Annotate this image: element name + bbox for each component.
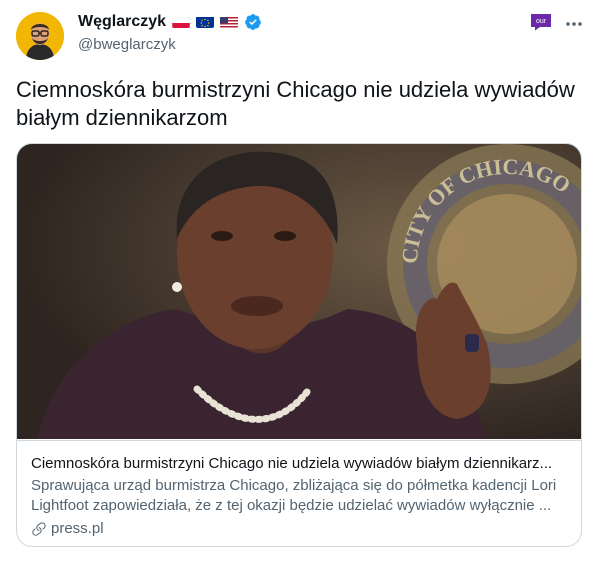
eu-flag-icon bbox=[196, 16, 215, 28]
card-title[interactable]: Ciemnoskóra burmistrzyni Chicago nie udz… bbox=[31, 454, 571, 474]
us-flag-icon bbox=[220, 16, 239, 28]
verified-badge-icon bbox=[244, 13, 262, 31]
avatar-image bbox=[16, 12, 64, 60]
card-description: Sprawująca urząd burmistrza Chicago, zbl… bbox=[31, 477, 557, 514]
link-icon bbox=[31, 521, 47, 537]
author-display-name[interactable]: Węglarczyk bbox=[78, 13, 166, 31]
extension-badge-label: our bbox=[536, 18, 547, 25]
avatar[interactable] bbox=[16, 12, 64, 60]
extension-badge[interactable]: our bbox=[530, 13, 552, 31]
card-domain-label[interactable]: press.pl bbox=[51, 520, 104, 537]
poland-flag-icon bbox=[172, 16, 191, 28]
tweet[interactable]: Węglarczyk @bweglarczyk our Ciemnoskóra … bbox=[0, 0, 600, 568]
author-name-row[interactable]: Węglarczyk bbox=[78, 13, 262, 31]
author-handle[interactable]: @bweglarczyk bbox=[78, 36, 176, 53]
more-options-icon[interactable] bbox=[564, 14, 584, 34]
link-preview-card[interactable]: CITY OF CHICAGO Ciemnoskóra burmistrzyni… bbox=[16, 143, 582, 547]
card-image[interactable]: CITY OF CHICAGO bbox=[17, 144, 581, 439]
tweet-text: Ciemnoskóra burmistrzyni Chicago nie udz… bbox=[16, 77, 575, 130]
card-domain[interactable]: press.pl bbox=[31, 520, 104, 537]
card-body[interactable]: Ciemnoskóra burmistrzyni Chicago nie udz… bbox=[17, 440, 581, 546]
